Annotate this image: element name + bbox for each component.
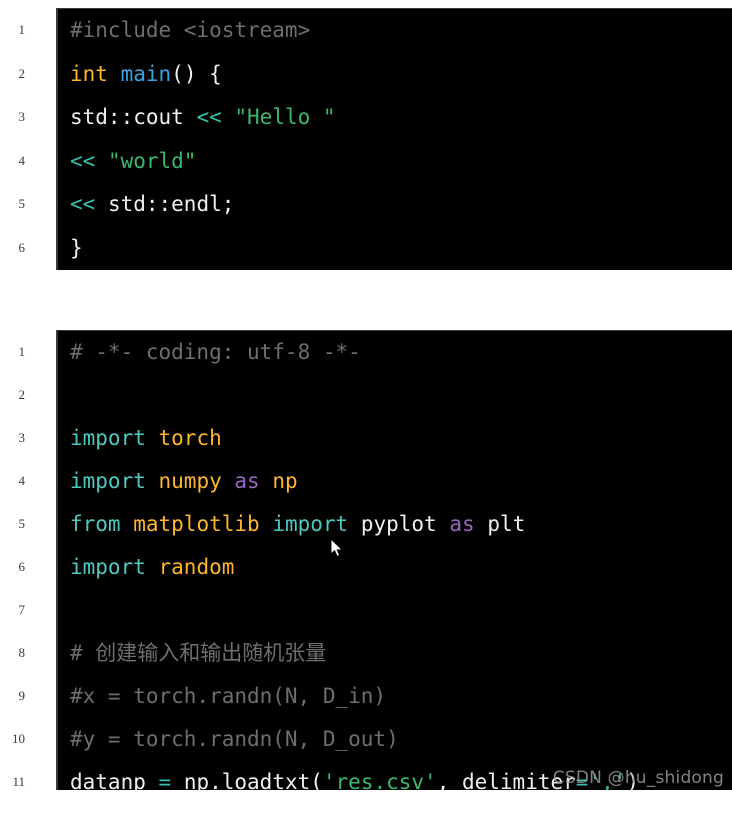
line-number: 1: [18, 22, 26, 37]
code-token: #include <iostream>: [70, 18, 311, 42]
code-token: ): [626, 770, 640, 790]
code-token: matplotlib: [133, 512, 260, 536]
code-surface-python[interactable]: # -*- coding: utf-8 -*- import torch impo…: [56, 330, 732, 790]
code-token: np.loadtxt(: [171, 770, 323, 790]
line-number-gutter-cpp: 1 2 3 4 5 6: [0, 8, 56, 269]
code-token: pyplot: [360, 512, 437, 536]
code-line: int main() {: [70, 53, 732, 97]
code-token: <<: [70, 192, 96, 216]
code-token: <<: [70, 148, 96, 173]
line-number: 1: [18, 344, 26, 359]
code-token: datanp: [70, 770, 159, 790]
code-token: <<: [196, 105, 222, 129]
code-token: as: [234, 469, 260, 493]
code-token: }: [70, 235, 83, 260]
code-line: from matplotlib import pyplot as plt: [70, 503, 732, 546]
line-number: 3: [18, 430, 26, 445]
code-token: random: [158, 555, 235, 579]
line-number: 2: [18, 65, 26, 81]
code-token: torch: [158, 426, 222, 450]
code-line: # -*- coding: utf-8 -*-: [70, 331, 732, 374]
code-line: datanp = np.loadtxt('res.csv', delimiter…: [70, 761, 732, 790]
code-line: #y = torch.randn(N, D_out): [70, 718, 732, 761]
line-number: 7: [18, 602, 26, 617]
code-lines-cpp: #include <iostream> int main() {std::cout…: [58, 9, 732, 270]
code-line: # 创建输入和输出随机张量: [70, 632, 732, 675]
code-token: import: [70, 426, 146, 450]
code-token: int: [70, 61, 108, 86]
code-token: import: [272, 512, 349, 536]
code-line: << "world": [70, 140, 732, 184]
code-token: () {: [171, 61, 222, 86]
code-token: np: [272, 469, 298, 493]
code-token: std::cout: [70, 105, 197, 129]
line-number: 9: [18, 688, 26, 703]
code-token: main: [120, 61, 172, 86]
code-token: , delimiter: [436, 770, 576, 790]
code-surface-cpp[interactable]: #include <iostream> int main() {std::cout…: [56, 8, 732, 270]
code-line: #x = torch.randn(N, D_in): [70, 675, 732, 718]
code-token: # 创建输入和输出随机张量: [70, 641, 327, 665]
code-token: =: [158, 770, 172, 790]
code-line: import numpy as np: [70, 460, 732, 503]
line-number: 4: [18, 473, 26, 488]
code-token: ',': [588, 770, 627, 790]
line-number-gutter-python: 1 2 3 4 5 6 7 8 9 10 11: [0, 330, 56, 803]
code-line: #include <iostream>: [70, 9, 732, 53]
code-block-python: 1 2 3 4 5 6 7 8 9 10 11 # -*- coding: utf-8 -*- im…: [0, 330, 732, 803]
line-number: 6: [18, 559, 26, 574]
line-number: 6: [18, 239, 26, 255]
code-line: std::cout << "Hello ": [70, 96, 732, 140]
code-line: }: [70, 227, 732, 271]
line-number: 11: [12, 774, 25, 789]
line-number: 8: [18, 645, 26, 660]
line-number: 5: [18, 516, 26, 531]
line-number: 5: [18, 196, 26, 211]
code-line: << std::endl;: [70, 183, 732, 227]
code-token: from: [70, 512, 121, 536]
line-number: 2: [18, 387, 26, 402]
line-number: 4: [18, 152, 26, 168]
code-line: import torch: [70, 417, 732, 460]
code-token: plt: [487, 512, 526, 536]
code-token: "world": [107, 148, 197, 173]
code-lines-python: # -*- coding: utf-8 -*- import torch impo…: [58, 331, 732, 790]
code-token: std::endl;: [95, 192, 235, 216]
code-token: #x = torch.randn(N, D_in): [70, 684, 387, 708]
code-token: import: [70, 469, 146, 493]
code-token: =: [575, 770, 589, 790]
code-token: "Hello ": [234, 105, 336, 129]
code-token: as: [449, 512, 475, 536]
code-token: # -*- coding: utf-8 -*-: [70, 340, 361, 364]
line-number: 3: [18, 109, 26, 124]
code-token: 'res.csv': [322, 770, 437, 790]
line-number: 10: [12, 731, 25, 746]
code-token: numpy: [158, 469, 222, 493]
code-line: import random: [70, 546, 732, 589]
code-block-cpp: 123456 #include <iostream> int main() {st…: [0, 8, 732, 270]
code-token: import: [70, 555, 146, 579]
code-token: #y = torch.randn(N, D_out): [70, 727, 399, 751]
